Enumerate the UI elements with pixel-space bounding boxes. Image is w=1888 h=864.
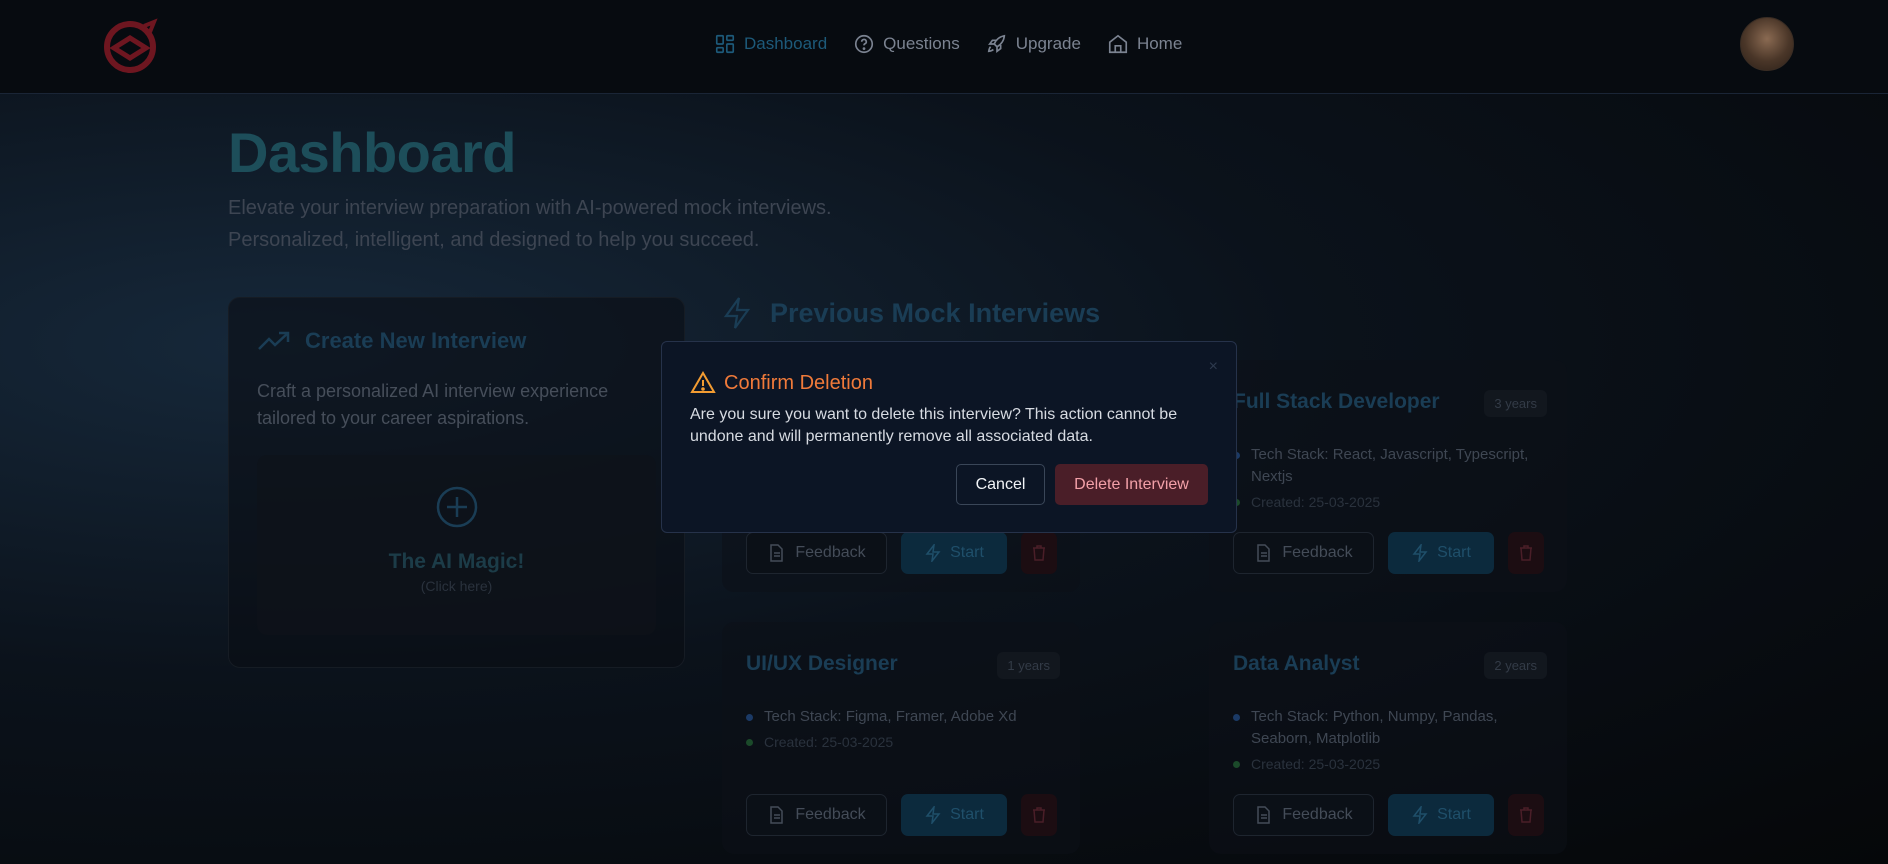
nav-home-label: Home xyxy=(1136,34,1183,53)
rocket-icon xyxy=(987,34,1005,53)
grid-icon xyxy=(715,34,735,54)
dialog-title: Confirm Deletion xyxy=(724,371,873,394)
nav-links: Dashboard Questions Upgrade Home xyxy=(714,33,1182,55)
trash-icon xyxy=(1520,807,1532,823)
delete-button[interactable] xyxy=(1508,532,1544,574)
logo-icon[interactable] xyxy=(100,18,160,76)
experience-badge: 1 years xyxy=(997,652,1060,679)
card-actions: Feedback Start xyxy=(1233,532,1544,574)
dialog-header: Confirm Deletion xyxy=(690,370,873,396)
delete-button[interactable] xyxy=(1021,532,1057,574)
document-icon xyxy=(770,544,784,562)
dashboard-page: Dashboard Questions Upgrade Home Dashboa… xyxy=(0,0,1888,864)
ai-magic-subtitle: (Click here) xyxy=(420,578,493,594)
trash-icon xyxy=(1033,545,1045,561)
page-title: Dashboard xyxy=(228,121,517,184)
dialog-message: Are you sure you want to delete this int… xyxy=(690,406,1178,445)
nav-home[interactable]: Home xyxy=(1107,33,1182,55)
avatar[interactable] xyxy=(1740,17,1794,71)
experience-badge: 2 years xyxy=(1484,652,1547,679)
nav-upgrade-label: Upgrade xyxy=(1015,34,1081,53)
start-button[interactable]: Start xyxy=(1388,532,1494,574)
delete-interview-button[interactable]: Delete Interview xyxy=(1055,464,1208,505)
start-button[interactable]: Start xyxy=(1388,794,1494,836)
previous-interviews-title: Previous Mock Interviews xyxy=(770,297,1101,328)
card-title: Data Analyst xyxy=(1233,652,1360,675)
created-date: Created: 25-03-2025 xyxy=(1233,756,1380,772)
subtitle-line-1: Elevate your interview preparation with … xyxy=(228,197,832,219)
card-title: UI/UX Designer xyxy=(746,652,898,675)
close-icon[interactable]: × xyxy=(1209,358,1218,376)
ai-magic-button[interactable]: The AI Magic! (Click here) xyxy=(257,455,656,635)
start-button[interactable]: Start xyxy=(901,794,1007,836)
start-label: Start xyxy=(950,806,984,823)
nav-questions[interactable]: Questions xyxy=(853,33,960,55)
start-label: Start xyxy=(950,544,984,561)
previous-interviews-header: Previous Mock Interviews xyxy=(722,296,1100,330)
ai-magic-title: The AI Magic! xyxy=(388,550,525,573)
nav-dashboard-label: Dashboard xyxy=(744,34,828,53)
tech-stack: Tech Stack: Figma, Framer, Adobe Xd xyxy=(746,706,1046,728)
page-subtitle: Elevate your interview preparation with … xyxy=(228,192,928,256)
card-title: Full Stack Developer xyxy=(1233,390,1440,413)
feedback-label: Feedback xyxy=(795,806,866,823)
document-icon xyxy=(1257,544,1271,562)
confirm-deletion-dialog: × Confirm Deletion Are you sure you want… xyxy=(661,341,1237,533)
feedback-label: Feedback xyxy=(795,544,866,561)
experience-badge: 3 years xyxy=(1484,390,1547,417)
create-interview-description: Craft a personalized AI interview experi… xyxy=(257,381,609,428)
interview-card: Full Stack Developer 3 years Tech Stack:… xyxy=(1209,360,1567,592)
created-date: Created: 25-03-2025 xyxy=(1233,494,1380,510)
feedback-button[interactable]: Feedback xyxy=(746,794,887,836)
home-icon xyxy=(1108,34,1128,54)
start-label: Start xyxy=(1437,544,1471,561)
create-interview-header: Create New Interview xyxy=(257,328,526,354)
card-actions: Feedback Start xyxy=(746,532,1057,574)
warning-icon xyxy=(690,371,716,393)
start-label: Start xyxy=(1437,806,1471,823)
plus-circle-icon xyxy=(436,486,478,528)
create-interview-title: Create New Interview xyxy=(305,328,527,353)
document-icon xyxy=(770,806,784,824)
create-interview-card: Create New Interview Craft a personalize… xyxy=(228,297,685,668)
cancel-button[interactable]: Cancel xyxy=(956,464,1045,505)
subtitle-line-2: Personalized, intelligent, and designed … xyxy=(228,229,760,251)
card-actions: Feedback Start xyxy=(1233,794,1544,836)
trash-icon xyxy=(1033,807,1045,823)
dialog-actions: Cancel Delete Interview xyxy=(956,464,1208,505)
nav-questions-label: Questions xyxy=(883,34,960,53)
feedback-button[interactable]: Feedback xyxy=(746,532,887,574)
trash-icon xyxy=(1520,545,1532,561)
interview-card: Data Analyst 2 years Tech Stack: Python,… xyxy=(1209,622,1567,854)
delete-button[interactable] xyxy=(1021,794,1057,836)
tech-stack: Tech Stack: React, Javascript, Typescrip… xyxy=(1233,444,1533,488)
tech-stack: Tech Stack: Python, Numpy, Pandas, Seabo… xyxy=(1233,706,1533,750)
start-button[interactable]: Start xyxy=(901,532,1007,574)
card-actions: Feedback Start xyxy=(746,794,1057,836)
lightning-icon xyxy=(723,297,751,329)
trending-up-icon xyxy=(258,331,290,350)
document-icon xyxy=(1257,806,1271,824)
feedback-label: Feedback xyxy=(1282,544,1353,561)
nav-dashboard[interactable]: Dashboard xyxy=(714,33,827,55)
lightning-icon xyxy=(925,544,941,562)
nav-upgrade[interactable]: Upgrade xyxy=(986,33,1081,55)
lightning-icon xyxy=(1412,544,1428,562)
delete-button[interactable] xyxy=(1508,794,1544,836)
created-date: Created: 25-03-2025 xyxy=(746,734,893,750)
feedback-button[interactable]: Feedback xyxy=(1233,532,1374,574)
question-circle-icon xyxy=(855,34,874,54)
lightning-icon xyxy=(1412,806,1428,824)
interview-card: UI/UX Designer 1 years Tech Stack: Figma… xyxy=(722,622,1080,854)
lightning-icon xyxy=(925,806,941,824)
top-navbar: Dashboard Questions Upgrade Home xyxy=(0,0,1888,94)
feedback-button[interactable]: Feedback xyxy=(1233,794,1374,836)
feedback-label: Feedback xyxy=(1282,806,1353,823)
